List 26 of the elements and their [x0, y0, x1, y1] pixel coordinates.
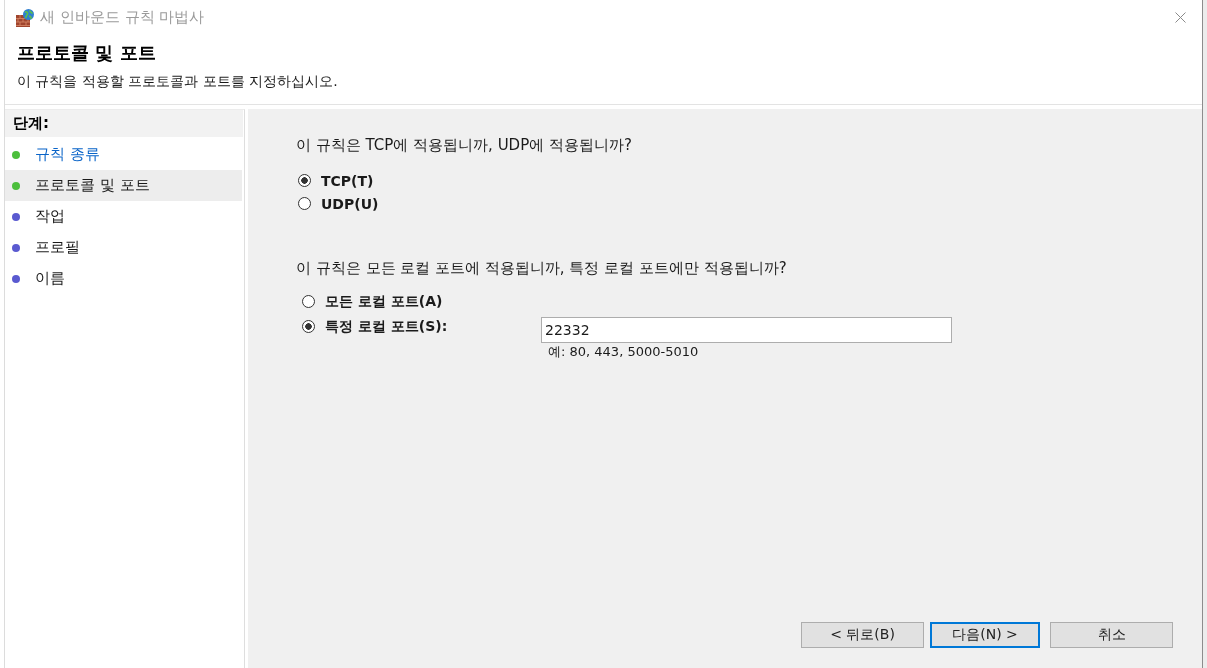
- step-item[interactable]: 이름: [5, 263, 242, 294]
- steps-heading: 단계:: [5, 110, 243, 137]
- example-hint: 예: 80, 443, 5000-5010: [547, 343, 700, 361]
- radio-button[interactable]: [302, 295, 315, 308]
- close-icon[interactable]: [1175, 12, 1186, 23]
- step-item[interactable]: 작업: [5, 201, 242, 232]
- question-text: 이 규칙은 TCP에 적용됩니까, UDP에 적용됩니까?: [296, 135, 633, 155]
- radio-button[interactable]: [302, 320, 315, 333]
- radio-label[interactable]: UDP(U): [321, 195, 379, 212]
- port-field[interactable]: 22332: [541, 317, 952, 343]
- radio-label[interactable]: 모든 로컬 포트(A): [325, 292, 443, 311]
- step-item[interactable]: 규칙 종류: [5, 139, 242, 170]
- wizard-button[interactable]: < 뒤로(B): [801, 622, 924, 648]
- radio-label[interactable]: 특정 로컬 포트(S):: [325, 317, 448, 336]
- step-item[interactable]: 프로토콜 및 포트: [5, 170, 242, 201]
- wizard-button[interactable]: 취소: [1050, 622, 1173, 648]
- window-title: 새 인바운드 규칙 마법사: [40, 8, 205, 27]
- page-description: 이 규칙을 적용할 프로토콜과 포트를 지정하십시오.: [17, 72, 339, 91]
- wizard-button[interactable]: 다음(N) >: [930, 622, 1040, 648]
- radio-label[interactable]: TCP(T): [321, 172, 374, 189]
- brick-wall-globe-icon: [16, 8, 34, 27]
- step-item[interactable]: 프로필: [5, 232, 242, 263]
- radio-button[interactable]: [298, 197, 311, 210]
- question-text: 이 규칙은 모든 로컬 포트에 적용됩니까, 특정 로컬 포트에만 적용됩니까?: [296, 258, 788, 278]
- radio-button[interactable]: [298, 174, 311, 187]
- page-title: 프로토콜 및 포트: [17, 41, 157, 65]
